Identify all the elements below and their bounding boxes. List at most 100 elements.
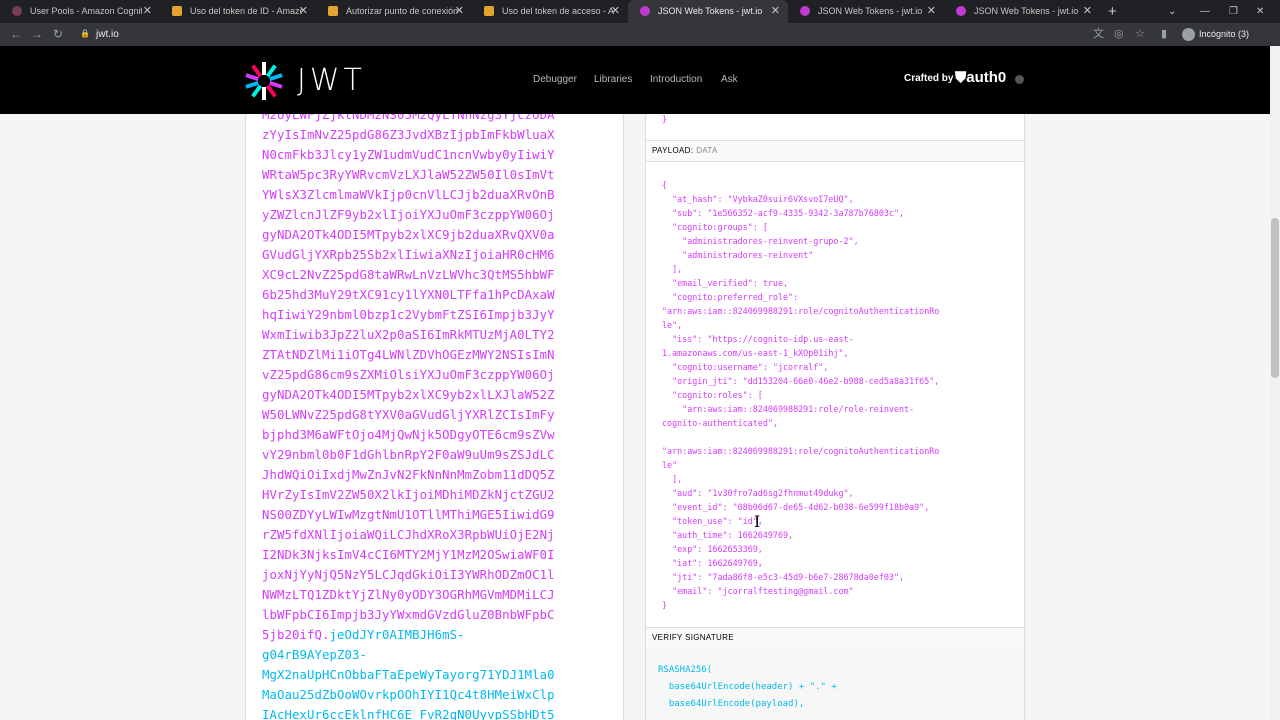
reload-icon[interactable]: ↻	[53, 23, 63, 46]
encoded-line: GVudGljYXRpb25Sb2xlIiwiaXNzIjoiaHR0cHM6	[262, 248, 555, 262]
aws-icon	[484, 6, 494, 16]
payload-json-line: "cognito:username": "jcorralf",	[662, 362, 829, 372]
payload-segment: M2UyLWFjZjktNDM2NS05M2QyLTNhNzg3YjczODA	[262, 114, 555, 122]
encoded-line: NS00ZDYyLWIwMzgtNmU1OTllMThiMGE5IiwidG9	[262, 508, 555, 522]
encoded-line: MaOau25dZbOoWOvrkpOOhIYI1Qc4t8HMeiWxClp	[262, 688, 555, 702]
decoded-panel: } PAYLOAD: DATA { "at_hash": "VybkaZ0suir…	[645, 114, 1025, 720]
payload-segment: YWlsX3ZlcmlmaWVkIjp0cnVlLCJjb2duaXRvOnB	[262, 188, 555, 202]
nav-ask[interactable]: Ask	[721, 74, 738, 85]
encoded-line: ZTAtNDZlMi1iOTg4LWNlZDVhOGEzMWY2NSIsImN	[262, 348, 555, 362]
browser-tab-3[interactable]: Autorizar punto de conexión - A ✕	[316, 0, 472, 23]
encoded-line: IAcHexUr6ccEklnfHC6E_FvR2qN0UyvpSSbHDt5	[262, 708, 555, 720]
tab-title: Uso del token de acceso - Amaz	[502, 6, 614, 16]
payload-json-line: "token_use": "id",	[662, 516, 763, 526]
payload-json-line: ],	[662, 474, 683, 484]
browser-tab-1[interactable]: User Pools - Amazon Cognito ✕	[0, 0, 160, 23]
forward-arrow-icon[interactable]: →	[31, 23, 43, 46]
payload-json-line: "arn:aws:iam::824069988291:role/cognitoA…	[662, 446, 940, 456]
payload-segment: 6b25hd3MuY29tXC91cy1lYXN0LTFfa1hPcDAxaW	[262, 288, 555, 302]
close-tab-icon[interactable]: ✕	[1083, 0, 1092, 23]
verify-signature-body[interactable]: RSASHA256( base64UrlEncode(header) + "."…	[646, 648, 1024, 720]
encoded-line: zYyIsImNvZ25pdG86Z3JvdXBzIjpbImFkbWluaX	[262, 128, 555, 142]
side-panel-icon[interactable]: ▮	[1161, 23, 1167, 46]
auth0-link[interactable]: ⛊auth0	[955, 69, 1006, 86]
verify-signature-header: VERIFY SIGNATURE	[646, 627, 1024, 649]
payload-segment: rZW5fdXNlIjoiaWQiLCJhdXRoX3RpbWUiOjE2Nj	[262, 528, 555, 542]
payload-json-line: "cognito:roles": [	[662, 390, 763, 400]
incognito-icon	[1182, 28, 1195, 42]
close-tab-icon[interactable]: ✕	[611, 0, 620, 23]
encoded-token-panel[interactable]: M2UyLWFjZjktNDM2NS05M2QyLTNhNzg3YjczODA z…	[245, 114, 624, 720]
payload-segment: JhdWQiOiIxdjMwZnJvN2FkNnNnMmZobm11dDQ5Z	[262, 468, 555, 482]
payload-json-line: "cognito:groups": [	[662, 222, 768, 232]
encoded-line: XC9cL2NvZ25pdG8taWRwLnVzLWVhc3QtMS5hbWF	[262, 268, 555, 282]
jwt-icon	[800, 6, 810, 16]
header-json-close: }	[662, 114, 668, 124]
payload-segment: vZ25pdG86cm9sZXMiOlsiYXJuOmF3czppYW06Oj	[262, 368, 555, 382]
close-tab-icon[interactable]: ✕	[299, 0, 308, 23]
payload-json-line: "at_hash": "VybkaZ0suir6VXsvoI7eUQ",	[662, 194, 854, 204]
close-tab-icon[interactable]: ✕	[771, 0, 780, 23]
encoded-line: W50LWNvZ25pdG8tYXV0aGVudGljYXRlZCIsImFy	[262, 408, 555, 422]
browser-tab-5-active[interactable]: JSON Web Tokens - jwt.io ✕	[628, 0, 788, 23]
payload-segment: zYyIsImNvZ25pdG86Z3JvdXBzIjpbImFkbWluaX	[262, 128, 555, 142]
encoded-line: JhdWQiOiIxdjMwZnJvN2FkNnNnMmZobm11dDQ5Z	[262, 468, 555, 482]
close-tab-icon[interactable]: ✕	[927, 0, 936, 23]
star-bookmark-icon[interactable]: ☆	[1135, 23, 1145, 46]
payload-json-line: "arn:aws:iam::824069988291:role/role-rei…	[662, 404, 915, 414]
tab-title: JSON Web Tokens - jwt.io	[818, 6, 923, 16]
incognito-profile-button[interactable]: Incógnito (3)	[1182, 27, 1249, 42]
nav-libraries[interactable]: Libraries	[594, 74, 632, 85]
nav-debugger[interactable]: Debugger	[533, 74, 577, 85]
url-omnibox[interactable]: 🔒 jwt.io	[74, 26, 1074, 43]
tab-search-chevron-icon[interactable]: ⌄	[1168, 0, 1176, 23]
payload-label: PAYLOAD:	[652, 146, 694, 155]
jwt-logo-icon[interactable]	[244, 61, 284, 101]
payload-segment: hqIiwiY29nbml0bzp1c2VybmFtZSI6Impjb3JyY	[262, 308, 555, 322]
browser-tab-6[interactable]: JSON Web Tokens - jwt.io ✕	[788, 0, 944, 23]
browser-tab-4[interactable]: Uso del token de acceso - Amaz ✕	[472, 0, 628, 23]
encoded-line: yZWZlcnJlZF9yb2xlIjoiYXJuOmF3czppYW06Oj	[262, 208, 555, 222]
page-scrollbar-track[interactable]	[1270, 46, 1280, 720]
eye-off-icon[interactable]: ◎	[1114, 23, 1124, 46]
translate-icon[interactable]: 文	[1093, 23, 1104, 46]
tab-title: Autorizar punto de conexión - A	[346, 6, 458, 16]
payload-segment: lbWFpbCI6Impjb3JyYWxmdGVzdGluZ0BnbWFpbC	[262, 608, 555, 622]
payload-segment: yZWZlcnJlZF9yb2xlIjoiYXJuOmF3czppYW06Oj	[262, 208, 555, 222]
auth0-brand-text: auth0	[966, 69, 1007, 86]
jwt-logo-text[interactable]: JWT	[297, 63, 366, 98]
encoded-line: vY29nbml0b0F1dGhlbnRpY2F0aW9uUm9sZSJdLC	[262, 448, 555, 462]
toggle-dot-icon[interactable]	[1015, 75, 1024, 84]
page-scrollbar-thumb[interactable]	[1271, 218, 1279, 378]
verify-code-line: base64UrlEncode(header) + "." +	[658, 682, 837, 692]
encoded-line: vZ25pdG86cm9sZXMiOlsiYXJuOmF3czppYW06Oj	[262, 368, 555, 382]
payload-segment: gyNDA2OTk4ODI5MTpyb2xlXC9jb2duaXRvQXV0a	[262, 228, 555, 242]
profile-label: Incógnito (3)	[1199, 29, 1250, 39]
payload-json-line: "email_verified": true,	[662, 278, 789, 288]
encoded-line: gyNDA2OTk4ODI5MTpyb2xlXC9yb2xlLXJlaW52Z	[262, 388, 555, 402]
back-arrow-icon[interactable]: ←	[10, 23, 22, 46]
jwt-icon	[640, 6, 650, 16]
verify-code-line: RSASHA256(	[658, 665, 713, 675]
minimize-icon[interactable]: —	[1200, 0, 1210, 23]
restore-icon[interactable]: ❐	[1229, 0, 1238, 23]
close-tab-icon[interactable]: ✕	[143, 0, 152, 23]
close-window-icon[interactable]: ✕	[1256, 0, 1264, 23]
close-tab-icon[interactable]: ✕	[455, 0, 464, 23]
browser-tab-7[interactable]: JSON Web Tokens - jwt.io ✕	[944, 0, 1100, 23]
verify-signature-label: VERIFY SIGNATURE	[652, 633, 734, 642]
crafted-by-label: Crafted by	[904, 73, 954, 84]
verify-code-line: base64UrlEncode(payload),	[658, 699, 805, 709]
encoded-line: g04rB9AYepZ03-	[262, 648, 367, 662]
browser-tab-2[interactable]: Uso del token de ID - Amazon C ✕	[160, 0, 316, 23]
nav-introduction[interactable]: Introduction	[650, 74, 702, 85]
payload-json-line: "jti": "7ada86f8-e5c3-45d9-b6e7-28678da0…	[662, 572, 905, 582]
payload-json-line: "administradores-reinvent"	[662, 250, 814, 260]
payload-sublabel: DATA	[696, 146, 718, 155]
payload-json-line: "event_id": "08b06d67-de65-4d62-b038-6e5…	[662, 502, 930, 512]
payload-segment: GVudGljYXRpb25Sb2xlIiwiaXNzIjoiaHR0cHM6	[262, 248, 555, 262]
new-tab-plus-icon[interactable]: +	[1108, 0, 1117, 23]
encoded-line: N0cmFkb3Jlcy1yZW1udmVudC1ncnVwby0yIiwiY	[262, 148, 555, 162]
payload-segment: W50LWNvZ25pdG8tYXV0aGVudGljYXRlZCIsImFy	[262, 408, 555, 422]
payload-json-line: "administradores-reinvent-grupo-2",	[662, 236, 859, 246]
